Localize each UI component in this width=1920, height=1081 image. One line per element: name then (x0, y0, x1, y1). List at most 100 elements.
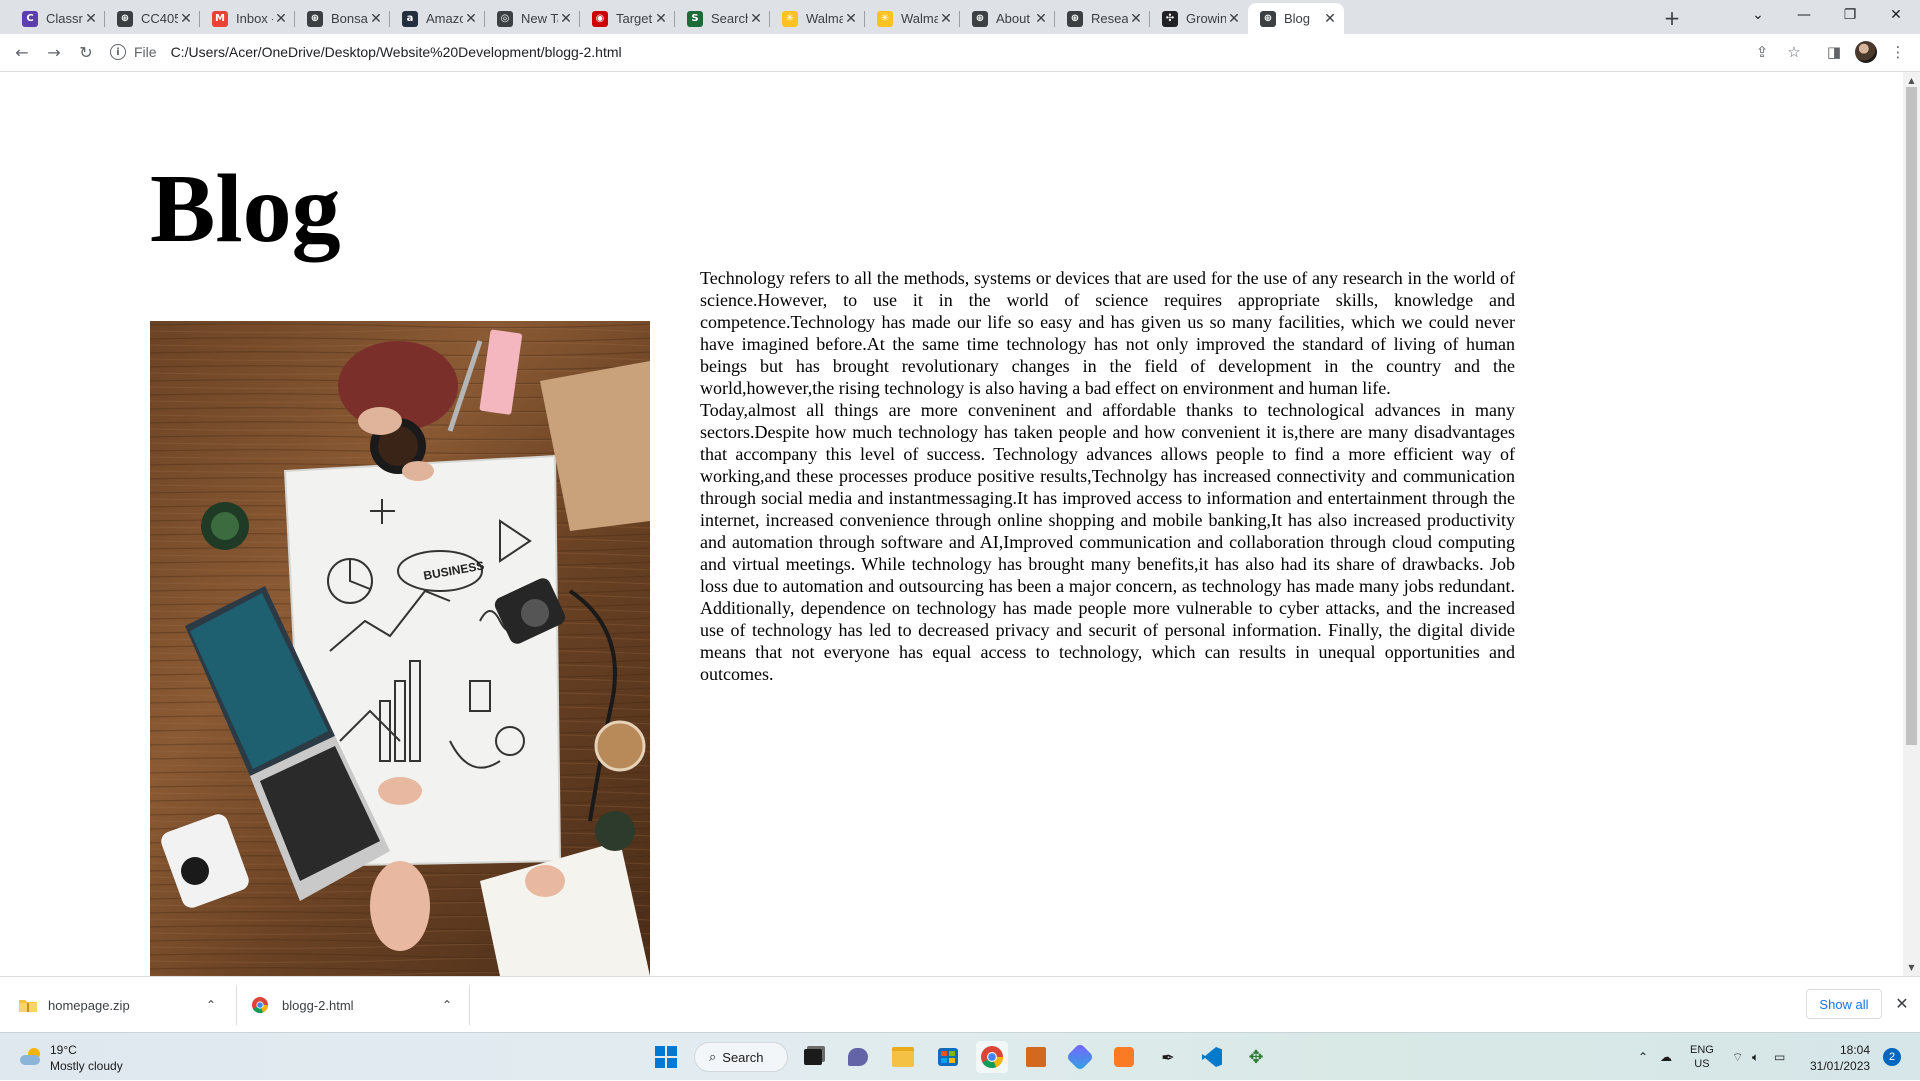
vscode-icon[interactable] (1196, 1041, 1228, 1073)
reload-button[interactable]: ↻ (74, 40, 98, 64)
close-download-bar-icon[interactable]: ✕ (1892, 993, 1912, 1013)
tab-title: Bonsai Sto (331, 11, 368, 26)
globe-icon: ⊕ (1067, 10, 1083, 27)
battery-icon[interactable]: ▭ (1774, 1033, 1785, 1081)
chrome-taskbar-icon[interactable] (976, 1041, 1008, 1073)
close-tab-icon[interactable]: ✕ (463, 11, 479, 27)
close-tab-icon[interactable]: ✕ (558, 11, 574, 27)
weather-temp: 19°C (50, 1043, 77, 1057)
tray-overflow-icon[interactable]: ⌃ (1638, 1033, 1648, 1081)
close-tab-icon[interactable]: ✕ (1128, 11, 1144, 27)
tab[interactable]: ⊕ Research✕ (1055, 3, 1150, 34)
volume-icon[interactable]: 🔈︎ (1752, 1033, 1759, 1081)
target-icon: ◉ (592, 10, 608, 27)
taskbar-search-button[interactable]: ⌕ Search (694, 1042, 788, 1072)
xampp-icon[interactable] (1108, 1041, 1140, 1073)
copilot-icon[interactable] (1064, 1041, 1096, 1073)
profile-avatar[interactable] (1855, 41, 1877, 63)
walmart-icon: ✳ (782, 10, 798, 27)
close-tab-icon[interactable]: ✕ (1033, 11, 1049, 27)
app-orange-icon[interactable] (1020, 1041, 1052, 1073)
scroll-down-arrow-icon[interactable]: ▼ (1903, 959, 1920, 976)
start-button[interactable] (650, 1041, 682, 1073)
bookmark-star-icon[interactable]: ☆ (1782, 40, 1806, 64)
system-clock[interactable]: 18:04 31/01/2023 (1810, 1042, 1870, 1074)
wifi-icon[interactable]: ⌔ (1732, 1033, 1743, 1081)
download-filename: homepage.zip (48, 997, 130, 1013)
globe-icon: ⊕ (1260, 10, 1276, 27)
minimize-button[interactable]: — (1781, 0, 1827, 30)
side-panel-icon[interactable]: ◨ (1822, 40, 1846, 64)
lang-top: ENG (1690, 1044, 1714, 1056)
inkscape-icon[interactable]: ✒ (1152, 1041, 1184, 1073)
chevron-up-icon[interactable]: ⌃ (442, 998, 452, 1012)
restore-button[interactable]: ❐ (1827, 0, 1873, 30)
menu-kebab-icon[interactable]: ⋮ (1886, 40, 1910, 64)
tab[interactable]: ⊕ About Us✕ (960, 3, 1055, 34)
chrome-icon (981, 1046, 1003, 1068)
article-paragraph-2: Today,almost all things are more conveni… (700, 400, 1515, 684)
show-all-downloads-button[interactable]: Show all (1806, 989, 1882, 1019)
notification-badge[interactable]: 2 (1883, 1048, 1901, 1066)
tab-search-button[interactable]: ⌄ (1735, 0, 1781, 30)
page-scrollbar[interactable]: ▲ ▼ (1903, 72, 1920, 976)
tab[interactable]: ⊕ CC4057N✕ (105, 3, 200, 34)
window-close-button[interactable]: ✕ (1873, 0, 1919, 30)
back-button[interactable]: ← (10, 40, 34, 64)
taskbar-search-label: Search (722, 1049, 764, 1065)
tab[interactable]: M Inbox - fel✕ (200, 3, 295, 34)
walmart-icon: ✳ (877, 10, 893, 27)
address-bar[interactable]: i File C:/Users/Acer/OneDrive/Desktop/We… (110, 38, 1790, 66)
tab[interactable]: ✳ Walmart I✕ (865, 3, 960, 34)
tab[interactable]: ✳ Walmart.c✕ (770, 3, 865, 34)
close-tab-icon[interactable]: ✕ (748, 11, 764, 27)
download-item-homepage-zip[interactable]: homepage.zip ⌃ (18, 977, 223, 1033)
tab-title: Inbox - fel (236, 11, 273, 26)
close-tab-icon[interactable]: ✕ (843, 11, 859, 27)
forward-button[interactable]: → (42, 40, 66, 64)
tab-active[interactable]: ⊕ Blog ✕ (1248, 3, 1344, 34)
folder-zip-icon (19, 1000, 37, 1012)
tab[interactable]: C Classroom✕ (10, 3, 105, 34)
tab[interactable]: S Search Re✕ (675, 3, 770, 34)
tab-title: About Us (996, 11, 1033, 26)
new-tab-button[interactable]: + (1660, 6, 1684, 30)
teams-chat-icon[interactable] (842, 1041, 874, 1073)
search-icon: ⌕ (709, 1049, 717, 1065)
close-tab-icon[interactable]: ✕ (653, 11, 669, 27)
windows-logo-icon (655, 1046, 677, 1068)
address-url[interactable]: C:/Users/Acer/OneDrive/Desktop/Website%2… (171, 44, 622, 60)
microsoft-store-icon[interactable] (932, 1041, 964, 1073)
cloudy-weather-icon (18, 1047, 44, 1069)
share-icon[interactable]: ⇪ (1750, 40, 1774, 64)
download-filename: blogg-2.html (282, 997, 354, 1013)
onedrive-cloud-icon[interactable]: ☁ (1660, 1033, 1672, 1081)
tab[interactable]: a Amazon.c✕ (390, 3, 485, 34)
tab-title: New Tab (521, 11, 558, 26)
close-tab-icon[interactable]: ✕ (1322, 11, 1338, 27)
close-tab-icon[interactable]: ✕ (368, 11, 384, 27)
page-title: Blog (150, 155, 341, 263)
site-info-icon[interactable]: i (110, 44, 126, 60)
scrollbar-thumb[interactable] (1906, 87, 1917, 745)
close-tab-icon[interactable]: ✕ (83, 11, 99, 27)
language-indicator[interactable]: ENG US (1690, 1033, 1714, 1081)
tab[interactable]: ⊕ Bonsai Sto✕ (295, 3, 390, 34)
chevron-up-icon[interactable]: ⌃ (206, 998, 216, 1012)
tab[interactable]: ✣ Growing a✕ (1150, 3, 1248, 34)
close-tab-icon[interactable]: ✕ (938, 11, 954, 27)
weather-desc: Mostly cloudy (50, 1059, 123, 1073)
close-tab-icon[interactable]: ✕ (178, 11, 194, 27)
close-tab-icon[interactable]: ✕ (1226, 11, 1242, 27)
tab-title: CC4057N (141, 11, 178, 26)
app-tools-icon[interactable]: ✥ (1240, 1041, 1272, 1073)
download-item-blogg-2[interactable]: blogg-2.html ⌃ (252, 977, 457, 1033)
file-explorer-icon[interactable] (887, 1041, 919, 1073)
close-tab-icon[interactable]: ✕ (273, 11, 289, 27)
weather-widget[interactable]: 19°C Mostly cloudy (18, 1042, 123, 1074)
task-view-icon[interactable] (797, 1041, 829, 1073)
tab-title: Classroom (46, 11, 83, 26)
tab[interactable]: ◉ Target : Ex✕ (580, 3, 675, 34)
tab-title: Growing a (1186, 11, 1226, 26)
tab[interactable]: ◎ New Tab✕ (485, 3, 580, 34)
